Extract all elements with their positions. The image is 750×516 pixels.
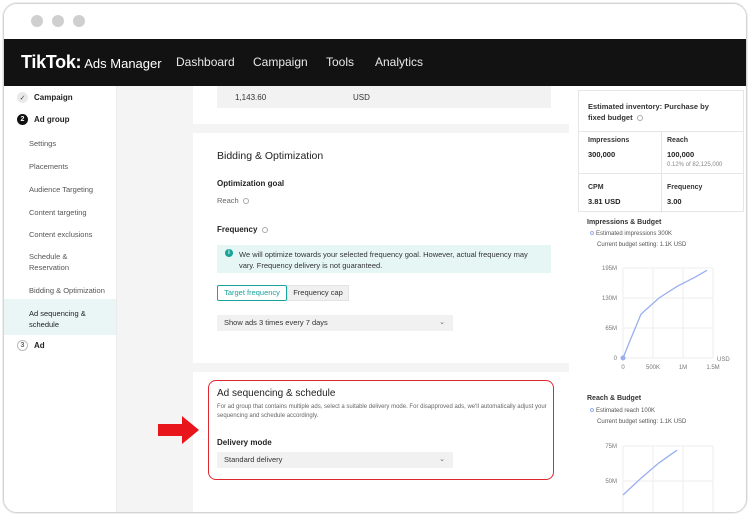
x-tick-label: 1M: [679, 365, 687, 371]
step-label: Ad: [34, 341, 45, 350]
sidebar-item-settings[interactable]: Settings: [29, 138, 114, 149]
chart1-title: Impressions & Budget: [587, 219, 662, 226]
reach-sub: 0.12% of 82,125,000: [667, 162, 723, 168]
top-navigation: TikTok: Ads Manager Dashboard Campaign To…: [4, 39, 746, 86]
sidebar-item-content-targeting[interactable]: Content targeting: [29, 207, 114, 218]
frequency-label: Frequency: [217, 225, 268, 234]
budget-field[interactable]: 1,143.60 USD: [217, 86, 551, 108]
impressions-label: Impressions: [588, 137, 630, 144]
sidebar-item-audience-targeting[interactable]: Audience Targeting: [29, 184, 114, 195]
frequency-label-text: Frequency: [217, 225, 258, 234]
x-tick-label: 0: [621, 365, 625, 371]
frequency-metric-label: Frequency: [667, 184, 703, 191]
cpm-value: 3.81 USD: [588, 197, 621, 206]
legend-dot-icon: [590, 408, 594, 412]
logo-text: TikTok:: [21, 52, 82, 72]
x-axis-unit: USD: [717, 357, 730, 363]
frequency-info-text: We will optimize towards your selected f…: [239, 250, 528, 270]
step-label: Ad group: [34, 115, 70, 124]
maximize-window-dot[interactable]: [73, 15, 85, 27]
series-line: [622, 449, 678, 496]
sidebar-item-content-exclusions[interactable]: Content exclusions: [29, 229, 114, 240]
divider: [661, 131, 662, 213]
step-ad[interactable]: 3 Ad: [17, 340, 45, 351]
logo-subtitle: Ads Manager: [84, 56, 162, 71]
series-line: [622, 269, 708, 359]
budget-card: 1,143.60 USD: [193, 86, 569, 124]
chart1-budget-note: Current budget setting: 1.1K USD: [597, 242, 687, 248]
frequency-metric-value: 3.00: [667, 197, 682, 206]
bidding-optimization-card: Bidding & Optimization Optimization goal…: [193, 133, 569, 363]
x-tick-label: 500K: [646, 365, 660, 371]
x-tick-label: 1.5M: [706, 365, 719, 371]
divider: [579, 173, 744, 174]
step-label: Campaign: [34, 93, 73, 102]
frequency-select-value: Show ads 3 times every 7 days: [224, 318, 328, 327]
impressions-value: 300,000: [588, 150, 616, 159]
reach-value: 100,000: [667, 150, 695, 159]
frequency-info-banner: i We will optimize towards your selected…: [217, 245, 551, 273]
red-arrow-icon: [158, 416, 199, 444]
step-number-badge: 2: [17, 114, 28, 125]
sidebar-item-bidding-optimization[interactable]: Bidding & Optimization: [29, 285, 114, 296]
budget-currency: USD: [353, 93, 370, 102]
reach-budget-chart: 75M 50M: [605, 444, 714, 512]
y-tick-label: 75M: [605, 444, 617, 450]
budget-value: 1,143.60: [235, 93, 267, 102]
info-icon[interactable]: [242, 198, 249, 205]
chevron-down-icon: ⌄: [439, 319, 445, 326]
current-budget-point: [620, 355, 626, 361]
chart2-legend: Estimated reach 100K: [590, 408, 655, 414]
check-icon: ✓: [17, 92, 28, 103]
y-tick-label: 50M: [605, 479, 617, 485]
chart1-legend: Estimated impressions 300K: [590, 231, 672, 237]
close-window-dot[interactable]: [31, 15, 43, 27]
y-tick-label: 0: [614, 356, 618, 362]
legend-dot-icon: [590, 231, 594, 235]
info-icon[interactable]: [636, 115, 643, 122]
tiktok-logo[interactable]: TikTok: Ads Manager: [21, 52, 162, 73]
inventory-box: Estimated inventory: Purchase by fixed b…: [578, 90, 744, 213]
step-number-badge: 3: [17, 340, 28, 351]
ad-sequencing-highlight-frame: [208, 380, 554, 480]
nav-dashboard[interactable]: Dashboard: [176, 55, 235, 69]
optimization-goal-value: Reach: [217, 196, 249, 205]
cpm-label: CPM: [588, 184, 604, 191]
nav-tools[interactable]: Tools: [326, 55, 354, 69]
frequency-tabs: Target frequency Frequency cap: [217, 285, 357, 301]
y-tick-label: 130M: [602, 296, 617, 302]
minimize-window-dot[interactable]: [52, 15, 64, 27]
sidebar-item-placements[interactable]: Placements: [29, 161, 114, 172]
app-window: TikTok: Ads Manager Dashboard Campaign To…: [3, 3, 747, 513]
frequency-select[interactable]: Show ads 3 times every 7 days ⌄: [217, 315, 453, 331]
tab-frequency-cap[interactable]: Frequency cap: [287, 285, 349, 301]
chart2-title: Reach & Budget: [587, 395, 642, 402]
tab-target-frequency[interactable]: Target frequency: [217, 285, 287, 301]
goal-value-text: Reach: [217, 196, 239, 205]
info-circle-icon: i: [225, 249, 233, 257]
sidebar-item-ad-sequencing[interactable]: Ad sequencing & schedule: [29, 308, 99, 330]
nav-analytics[interactable]: Analytics: [375, 55, 423, 69]
sidebar: ✓ Campaign 2 Ad group Settings Placement…: [4, 86, 117, 512]
reach-label: Reach: [667, 137, 689, 144]
estimate-panel: Estimated inventory: Purchase by fixed b…: [578, 86, 744, 512]
impressions-budget-chart: 0 65M 130M 195M 0 500K 1M 1.5M USD: [602, 266, 730, 371]
inventory-header: Estimated inventory: Purchase by fixed b…: [588, 101, 728, 123]
step-campaign[interactable]: ✓ Campaign: [17, 92, 73, 103]
step-ad-group[interactable]: 2 Ad group: [17, 114, 70, 125]
legend-text: Estimated reach 100K: [596, 408, 656, 414]
bidding-section-title: Bidding & Optimization: [217, 150, 324, 162]
nav-campaign[interactable]: Campaign: [253, 55, 308, 69]
browser-titlebar: [4, 4, 746, 39]
chart2-budget-note: Current budget setting: 1.1K USD: [597, 419, 687, 425]
inventory-header-text: Estimated inventory: Purchase by fixed b…: [588, 102, 709, 122]
legend-text: Estimated impressions 300K: [596, 231, 673, 237]
y-tick-label: 65M: [605, 326, 617, 332]
optimization-goal-label: Optimization goal: [217, 179, 285, 188]
sidebar-item-schedule-reservation[interactable]: Schedule & Reservation: [29, 251, 89, 273]
y-tick-label: 195M: [602, 266, 617, 272]
info-icon[interactable]: [261, 226, 268, 233]
